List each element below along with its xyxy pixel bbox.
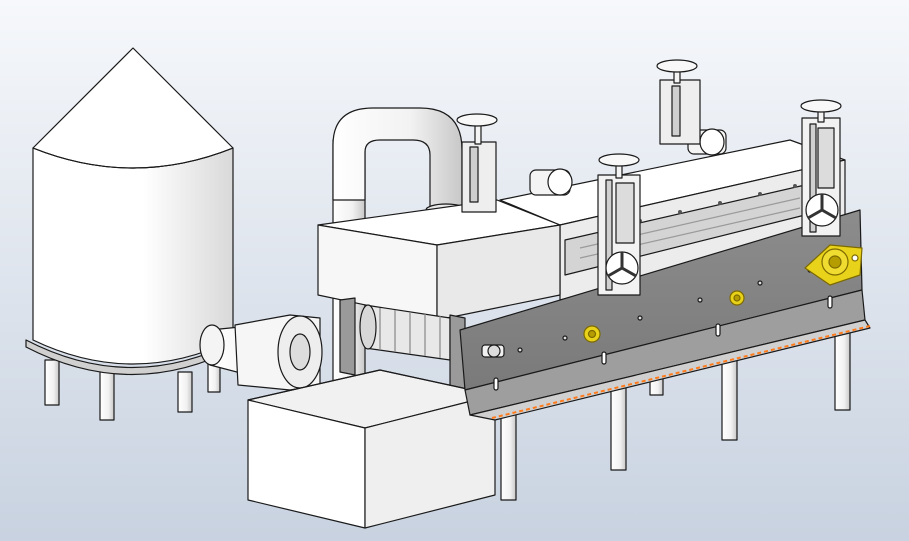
- silo-leg: [44, 359, 60, 406]
- silo-leg: [177, 371, 193, 413]
- leg: [834, 324, 851, 411]
- bearing-unit-small: [583, 325, 601, 343]
- fan-motor-hub: [289, 333, 311, 371]
- fan-pipe-end: [199, 324, 225, 366]
- top-motor: [529, 168, 573, 196]
- drum-frame-left: [339, 297, 356, 376]
- handwheel-icon: [456, 113, 498, 127]
- cad-scene[interactable]: [0, 0, 909, 541]
- bearing-unit-small: [729, 290, 745, 306]
- side-knob: [481, 344, 505, 358]
- handwheel-icon: [800, 99, 842, 113]
- handwheel-icon: [598, 153, 640, 167]
- handwheel-icon: [656, 59, 698, 73]
- cad-viewport[interactable]: [0, 0, 909, 541]
- collection-bin: [247, 369, 496, 529]
- handwheel-assembly: [597, 153, 641, 296]
- handwheel-assembly: [800, 99, 842, 237]
- silo-leg: [99, 369, 115, 421]
- drum-end: [359, 304, 377, 350]
